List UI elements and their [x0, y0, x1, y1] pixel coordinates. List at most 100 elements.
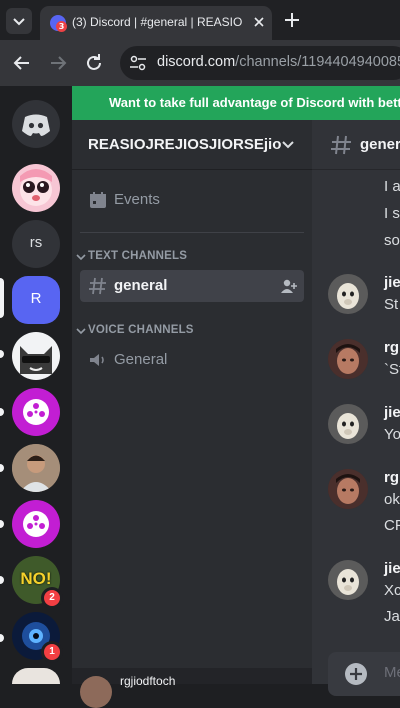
server-rs[interactable]: rs	[12, 220, 60, 268]
message-line: so	[384, 232, 400, 249]
browser-toolbar: discord.com/channels/11944049400854	[0, 40, 400, 86]
avatar[interactable]	[328, 274, 368, 314]
category-label: VOICE CHANNELS	[88, 324, 194, 336]
back-arrow-icon[interactable]	[10, 51, 34, 75]
site-settings-icon[interactable]	[128, 53, 148, 73]
username: rgjiodftoch	[120, 674, 176, 688]
sheep-avatar-icon	[328, 404, 368, 444]
server-initials: rs	[29, 234, 43, 251]
avatar[interactable]	[328, 404, 368, 444]
server-film-2[interactable]	[12, 500, 60, 548]
server-name: REASIOJREJIOSJIORSEjio	[88, 136, 282, 153]
server-kid-photo[interactable]	[12, 444, 60, 492]
channel-name: General	[114, 351, 168, 368]
message-line: St	[384, 296, 399, 313]
url-host: discord.com	[157, 54, 236, 70]
banner-text: Want to take full advantage of Discord w…	[109, 95, 400, 110]
message-author[interactable]: rgi	[384, 469, 400, 486]
close-icon[interactable]	[250, 13, 268, 31]
unread-indicator	[0, 520, 4, 528]
server-anime-avatar[interactable]	[12, 164, 60, 212]
server-r[interactable]: R	[12, 276, 60, 324]
avatar[interactable]	[328, 339, 368, 379]
message-line: Xc	[384, 582, 400, 599]
hashtag-icon	[331, 135, 351, 155]
message-author[interactable]: jie	[384, 560, 400, 577]
unread-indicator	[0, 408, 4, 416]
forward-arrow-icon[interactable]	[46, 51, 70, 75]
tab-title: (3) Discord | #general | REASIOJ	[72, 15, 242, 29]
message-author[interactable]: jie	[384, 274, 400, 291]
chat-header: genera	[312, 120, 400, 170]
mention-badge: 2	[44, 590, 60, 606]
film-reel-icon	[23, 511, 49, 537]
channel-general[interactable]: general	[80, 270, 304, 302]
hashtag-icon	[89, 277, 106, 295]
message-line: I se	[384, 205, 400, 222]
user-photo-avatar-icon	[328, 339, 368, 379]
message-line: Ja	[384, 608, 400, 625]
message-line: `St	[384, 361, 400, 378]
unread-indicator	[0, 576, 4, 584]
message-line: ok	[384, 491, 400, 508]
url-path: /channels/11944049400854	[235, 54, 400, 70]
unread-indicator	[0, 634, 4, 642]
server-header[interactable]: REASIOJREJIOSJIORSEjio	[72, 120, 312, 170]
avatar[interactable]	[328, 560, 368, 600]
server-partial[interactable]	[12, 668, 60, 684]
user-panel: rgjiodftoch	[72, 668, 312, 708]
message-author[interactable]: rgi	[384, 339, 400, 356]
anime-face-icon	[20, 169, 52, 206]
avatar[interactable]	[80, 676, 112, 708]
unread-indicator	[0, 350, 4, 358]
invite-user-icon[interactable]	[280, 278, 298, 294]
divider	[80, 232, 304, 233]
message-line: Yo	[384, 426, 400, 443]
chevron-down-icon	[282, 141, 294, 149]
category-text-channels[interactable]: TEXT CHANNELS	[74, 249, 304, 265]
server-rail: rs R NO! 2 1	[0, 86, 72, 684]
server-cool-cat[interactable]	[12, 332, 60, 380]
speaker-icon	[90, 354, 104, 366]
message-author[interactable]: jie	[384, 404, 400, 421]
calendar-icon	[90, 192, 106, 208]
events-link[interactable]: Events	[80, 184, 304, 216]
add-attachment-icon[interactable]	[344, 662, 368, 686]
sheep-avatar-icon	[328, 274, 368, 314]
message-line: CF	[384, 517, 400, 534]
server-film-1[interactable]	[12, 388, 60, 436]
film-reel-icon	[23, 399, 49, 425]
category-label: TEXT CHANNELS	[88, 250, 188, 262]
nitro-promo-banner[interactable]: Want to take full advantage of Discord w…	[72, 86, 400, 120]
server-logo-text: NO!	[20, 569, 52, 588]
browser-tab[interactable]: 3 (3) Discord | #general | REASIOJ	[40, 6, 272, 40]
channel-sidebar	[72, 86, 312, 684]
chevron-down-icon	[76, 328, 86, 335]
avatar[interactable]	[328, 469, 368, 509]
user-photo-avatar-icon	[328, 469, 368, 509]
message-composer[interactable]: Me	[328, 652, 400, 696]
home-button[interactable]	[12, 100, 60, 148]
reload-icon[interactable]	[82, 51, 106, 75]
discord-logo-icon	[22, 114, 50, 136]
browser-tab-bar: 3 (3) Discord | #general | REASIOJ	[0, 0, 400, 40]
voice-channel-general[interactable]: General	[80, 344, 304, 376]
url-text: discord.com/channels/11944049400854	[157, 54, 400, 70]
category-voice-channels[interactable]: VOICE CHANNELS	[74, 323, 304, 339]
new-tab-plus-icon[interactable]	[282, 10, 302, 30]
tab-search-button[interactable]	[6, 8, 32, 34]
events-label: Events	[114, 191, 160, 208]
sheep-avatar-icon	[328, 560, 368, 600]
mention-badge: 1	[44, 644, 60, 660]
server-initials: R	[30, 290, 42, 307]
cat-sunglasses-icon	[20, 346, 52, 374]
chevron-down-icon	[76, 254, 86, 261]
composer-placeholder: Me	[384, 664, 400, 681]
message-line: I a	[384, 178, 400, 195]
channel-name: general	[114, 277, 168, 294]
chevron-down-icon	[13, 18, 25, 26]
chat-channel-name: genera	[360, 136, 400, 153]
selected-server-indicator	[0, 278, 4, 318]
tab-unread-badge: 3	[56, 21, 67, 32]
address-bar[interactable]: discord.com/channels/11944049400854	[120, 46, 400, 80]
